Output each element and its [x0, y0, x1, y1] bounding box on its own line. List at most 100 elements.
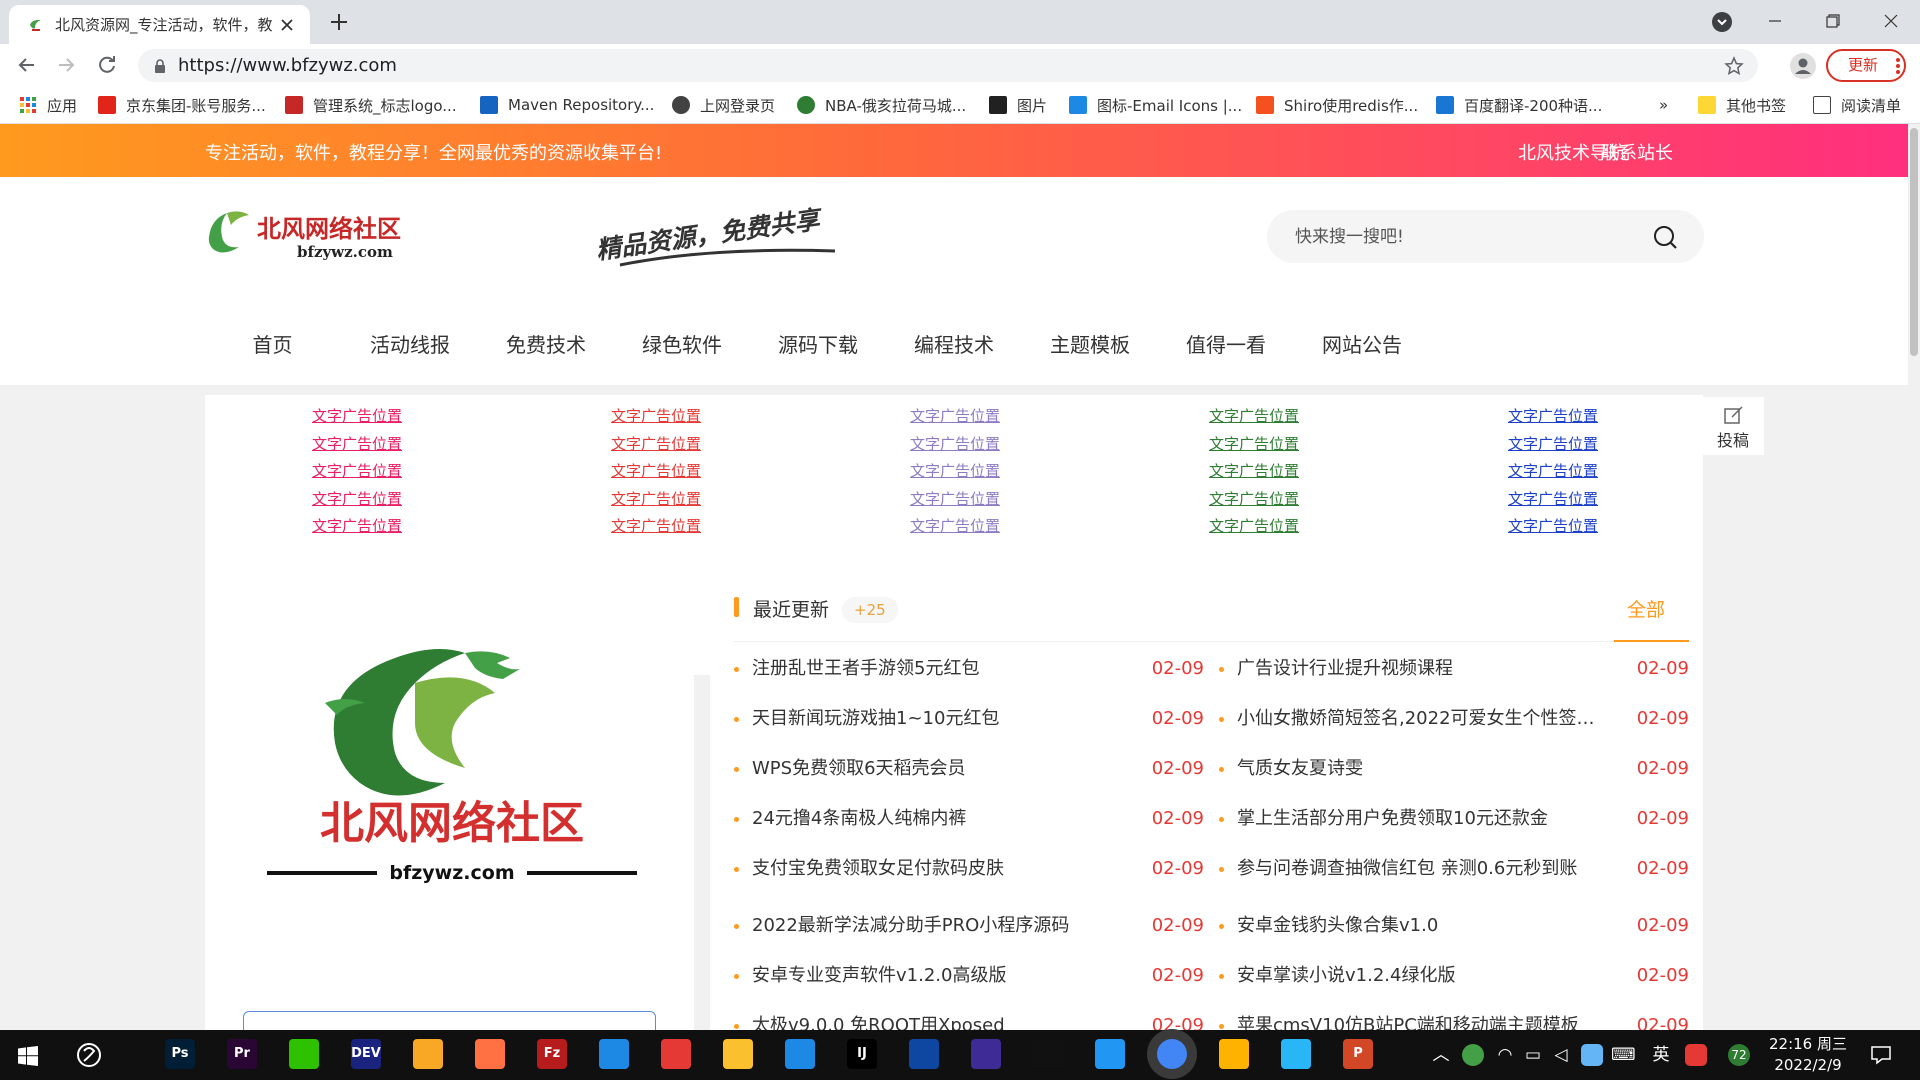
music-player-icon[interactable] [1219, 1039, 1249, 1069]
panda-app-icon[interactable] [599, 1039, 629, 1069]
recent-update-title[interactable]: 安卓金钱豹头像合集v1.0 [1237, 911, 1607, 941]
nav-theme-templates[interactable]: 主题模板 [1034, 325, 1146, 385]
nav-home[interactable]: 首页 [205, 325, 340, 385]
new-tab-icon[interactable] [326, 9, 352, 35]
recent-update-item[interactable]: 气质女友夏诗雯 02-09 [1219, 754, 1689, 784]
bookmark-star-icon[interactable] [1724, 56, 1744, 76]
security-badge-icon[interactable]: 72 [1728, 1044, 1750, 1066]
search-icon[interactable] [1652, 224, 1678, 250]
text-ad-link[interactable]: 文字广告位置 [1209, 513, 1299, 541]
bookmark-maven[interactable]: Maven Repository... [480, 95, 654, 115]
text-ad-link[interactable]: 文字广告位置 [611, 458, 701, 486]
windows-start-icon[interactable] [18, 1046, 38, 1066]
nav-programming[interactable]: 编程技术 [898, 325, 1010, 385]
text-ad-link[interactable]: 文字广告位置 [1508, 458, 1598, 486]
page-scrollbar[interactable] [1908, 124, 1920, 1030]
text-ad-link[interactable]: 文字广告位置 [910, 403, 1000, 431]
eclipse-icon[interactable] [971, 1039, 1001, 1069]
sogou-tray-icon[interactable] [1685, 1044, 1707, 1066]
qq-browser-icon[interactable] [785, 1039, 815, 1069]
recent-update-item[interactable]: 2022最新学法减分助手PRO小程序源码 02-09 [734, 911, 1204, 941]
filezilla-icon[interactable]: Fz [537, 1039, 567, 1069]
text-ad-link[interactable]: 文字广告位置 [1209, 403, 1299, 431]
recent-update-item[interactable]: 天目新闻玩游戏抽1~10元红包 02-09 [734, 704, 1204, 734]
keyboard-icon[interactable]: ⌨ [1611, 1044, 1636, 1066]
recent-update-title[interactable]: 注册乱世王者手游领5元红包 [752, 654, 1122, 684]
text-ad-link[interactable]: 文字广告位置 [910, 458, 1000, 486]
bookmarks-overflow-button[interactable]: » [1659, 95, 1668, 115]
text-ad-link[interactable]: 文字广告位置 [312, 458, 402, 486]
recent-update-item[interactable]: 24元撸4条南极人纯棉内裤 02-09 [734, 804, 1204, 834]
text-ad-link[interactable]: 文字广告位置 [611, 403, 701, 431]
nav-free-tech[interactable]: 免费技术 [490, 325, 602, 385]
recent-update-title[interactable]: 安卓掌读小说v1.2.4绿化版 [1237, 961, 1607, 991]
netease-music-icon[interactable] [661, 1039, 691, 1069]
recent-update-item[interactable]: WPS免费领取6天稻壳会员 02-09 [734, 754, 1204, 784]
tab-search-icon[interactable] [1711, 11, 1733, 33]
bookmark-images[interactable]: 图片 [989, 95, 1047, 115]
url-text[interactable]: https://www.bfzywz.com [178, 56, 397, 76]
powerpoint-icon[interactable]: P [1343, 1039, 1373, 1069]
text-ad-link[interactable]: 文字广告位置 [1508, 431, 1598, 459]
tray-app-icon[interactable] [1462, 1044, 1484, 1066]
reload-icon[interactable] [95, 53, 119, 77]
close-tab-icon[interactable] [276, 14, 298, 36]
file-manager-icon[interactable] [413, 1039, 443, 1069]
devecostudio-icon[interactable]: DEV [351, 1039, 381, 1069]
recent-update-title[interactable]: 支付宝免费领取女足付款码皮肤 [752, 854, 1122, 884]
recent-update-title[interactable]: 气质女友夏诗雯 [1237, 754, 1607, 784]
back-arrow-icon[interactable] [15, 53, 39, 77]
text-ad-link[interactable]: 文字广告位置 [611, 513, 701, 541]
baidu-tray-icon[interactable] [1581, 1044, 1603, 1066]
text-ad-link[interactable]: 文字广告位置 [611, 486, 701, 514]
text-ad-link[interactable]: 文字广告位置 [312, 431, 402, 459]
recent-update-item[interactable]: 苹果cmsV10仿B站PC端和移动端主题模板 02-09 [1219, 1011, 1689, 1030]
text-ad-link[interactable]: 文字广告位置 [910, 513, 1000, 541]
intellij-icon[interactable]: IJ [847, 1039, 877, 1069]
more-menu-icon[interactable] [1895, 56, 1901, 76]
wechat-icon[interactable] [289, 1039, 319, 1069]
text-ad-link[interactable]: 文字广告位置 [312, 403, 402, 431]
recent-update-item[interactable]: 安卓金钱豹头像合集v1.0 02-09 [1219, 911, 1689, 941]
bookmark-logo-system[interactable]: 管理系统_标志logo... [285, 95, 457, 115]
photoshop-icon[interactable]: Ps [165, 1039, 195, 1069]
nav-worth-seeing[interactable]: 值得一看 [1170, 325, 1282, 385]
recent-update-item[interactable]: 小仙女撒娇简短签名,2022可爱女生个性签名... 02-09 [1219, 704, 1689, 734]
recent-update-title[interactable]: 安卓专业变声软件v1.2.0高级版 [752, 961, 1122, 991]
recent-update-title[interactable]: 苹果cmsV10仿B站PC端和移动端主题模板 [1237, 1011, 1607, 1030]
recent-update-item[interactable]: 安卓掌读小说v1.2.4绿化版 02-09 [1219, 961, 1689, 991]
recent-update-item[interactable]: 支付宝免费领取女足付款码皮肤 02-09 [734, 854, 1204, 884]
recent-update-title[interactable]: WPS免费领取6天稻壳会员 [752, 754, 1122, 784]
text-ad-link[interactable]: 文字广告位置 [910, 431, 1000, 459]
volume-icon[interactable]: ◁ [1550, 1044, 1572, 1066]
recent-update-title[interactable]: 2022最新学法减分助手PRO小程序源码 [752, 911, 1122, 941]
text-ad-link[interactable]: 文字广告位置 [1209, 486, 1299, 514]
premiere-icon[interactable]: Pr [227, 1039, 257, 1069]
lock-icon[interactable] [154, 59, 166, 73]
recent-update-title[interactable]: 天目新闻玩游戏抽1~10元红包 [752, 704, 1122, 734]
recent-update-item[interactable]: 参与问卷调查抽微信红包 亲测0.6元秒到账 02-09 [1219, 854, 1689, 884]
profile-avatar-icon[interactable] [1790, 53, 1816, 79]
tray-overflow-icon[interactable]: ︿ [1430, 1044, 1452, 1066]
recent-update-title[interactable]: 24元撸4条南极人纯棉内裤 [752, 804, 1122, 834]
text-ad-link[interactable]: 文字广告位置 [1508, 486, 1598, 514]
navicat-icon[interactable] [475, 1039, 505, 1069]
text-ad-link[interactable]: 文字广告位置 [1508, 403, 1598, 431]
site-logo[interactable]: 北风网络社区 bfzywz.com [205, 207, 437, 261]
text-ad-link[interactable]: 文字广告位置 [1209, 431, 1299, 459]
recent-update-item[interactable]: 注册乱世王者手游领5元红包 02-09 [734, 654, 1204, 684]
reading-list[interactable]: 阅读清单 [1813, 95, 1901, 115]
text-ad-link[interactable]: 文字广告位置 [1508, 513, 1598, 541]
typora-icon[interactable] [909, 1039, 939, 1069]
minimize-window-icon[interactable] [1752, 6, 1798, 36]
contact-admin-link[interactable]: 联系站长 [1601, 139, 1673, 165]
nav-green-software[interactable]: 绿色软件 [626, 325, 738, 385]
bookmark-email-icons[interactable]: 图标-Email Icons |... [1069, 95, 1242, 115]
update-button[interactable]: 更新 [1826, 49, 1906, 82]
baidu-netdisk-icon[interactable] [1095, 1039, 1125, 1069]
chrome-icon[interactable] [1157, 1039, 1187, 1069]
bookmark-apps[interactable]: 应用 [19, 95, 77, 115]
recent-update-title[interactable]: 小仙女撒娇简短签名,2022可爱女生个性签名... [1237, 704, 1607, 734]
nav-activity-news[interactable]: 活动线报 [354, 325, 466, 385]
scrollbar-thumb[interactable] [1910, 128, 1918, 356]
